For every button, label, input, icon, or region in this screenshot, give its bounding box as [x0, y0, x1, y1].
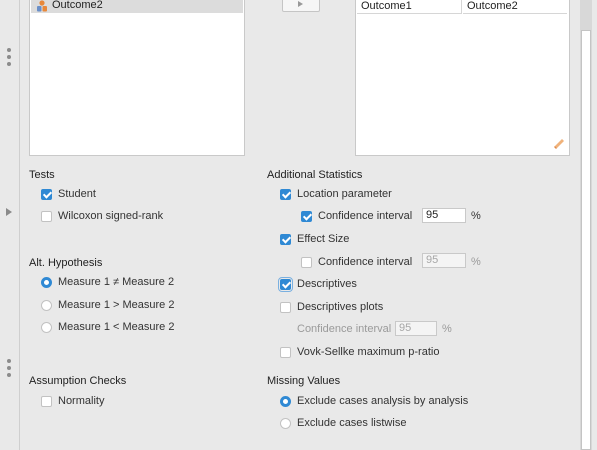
- location-ci-input[interactable]: 95: [422, 208, 466, 223]
- pair-cell-measure2[interactable]: Outcome2: [463, 0, 567, 14]
- arrow-right-icon: [298, 1, 303, 7]
- plots-ci-input[interactable]: 95: [395, 321, 437, 336]
- hypothesis-less-radio[interactable]: [41, 322, 52, 333]
- normality-checkbox[interactable]: [41, 396, 52, 407]
- variables-list[interactable]: Outcome2: [29, 0, 245, 156]
- effect-size-label: Effect Size: [297, 233, 350, 245]
- location-parameter-label: Location parameter: [297, 188, 392, 200]
- vovk-sellke-checkbox[interactable]: [280, 347, 291, 358]
- scale-variable-icon: [37, 0, 47, 12]
- plots-ci-label: Confidence interval: [297, 323, 392, 335]
- descriptives-plots-checkbox[interactable]: [280, 302, 291, 313]
- alt-hypothesis-header: Alt. Hypothesis: [29, 257, 103, 269]
- effect-size-checkbox[interactable]: [280, 234, 291, 245]
- location-ci-checkbox[interactable]: [301, 211, 312, 222]
- effect-ci-checkbox[interactable]: [301, 257, 312, 268]
- hypothesis-less-label: Measure 1 < Measure 2: [58, 321, 175, 333]
- scrollbar[interactable]: [580, 0, 592, 450]
- hypothesis-not-equal-label: Measure 1 ≠ Measure 2: [58, 276, 175, 288]
- descriptives-checkbox[interactable]: [278, 277, 293, 292]
- student-label: Student: [58, 188, 96, 200]
- plots-ci-unit: %: [442, 323, 452, 335]
- scrollbar-thumb[interactable]: [581, 30, 591, 450]
- descriptives-label: Descriptives: [297, 278, 357, 290]
- assumption-checks-header: Assumption Checks: [29, 375, 127, 387]
- hypothesis-not-equal-radio[interactable]: [41, 277, 52, 288]
- missing-values-header: Missing Values: [267, 375, 341, 387]
- move-to-pairs-button[interactable]: [282, 0, 320, 12]
- effect-ci-unit: %: [471, 256, 481, 268]
- effect-ci-label: Confidence interval: [318, 256, 413, 268]
- student-checkbox[interactable]: [41, 189, 52, 200]
- drag-handle-icon[interactable]: [7, 48, 11, 69]
- descriptives-plots-label: Descriptives plots: [297, 301, 384, 313]
- location-ci-label: Confidence interval: [318, 210, 413, 222]
- pencil-icon: [554, 139, 564, 149]
- variable-label: Outcome2: [52, 0, 103, 11]
- expand-arrow-icon[interactable]: [6, 208, 12, 216]
- pair-cell-measure1[interactable]: Outcome1: [357, 0, 462, 14]
- wilcoxon-label: Wilcoxon signed-rank: [58, 210, 164, 222]
- hypothesis-greater-radio[interactable]: [41, 300, 52, 311]
- additional-statistics-header: Additional Statistics: [267, 169, 363, 181]
- list-item[interactable]: Outcome2: [31, 0, 243, 13]
- hypothesis-greater-label: Measure 1 > Measure 2: [58, 299, 175, 311]
- location-parameter-checkbox[interactable]: [280, 189, 291, 200]
- vovk-sellke-label: Vovk-Sellke maximum p-ratio: [297, 346, 440, 358]
- exclude-by-analysis-label: Exclude cases analysis by analysis: [297, 395, 469, 407]
- location-ci-unit: %: [471, 210, 481, 222]
- exclude-listwise-radio[interactable]: [280, 418, 291, 429]
- drag-handle-icon[interactable]: [7, 359, 11, 380]
- normality-label: Normality: [58, 395, 105, 407]
- exclude-by-analysis-radio[interactable]: [280, 396, 291, 407]
- tests-header: Tests: [29, 169, 55, 181]
- effect-ci-input[interactable]: 95: [422, 253, 466, 268]
- wilcoxon-checkbox[interactable]: [41, 211, 52, 222]
- exclude-listwise-label: Exclude cases listwise: [297, 417, 407, 429]
- paired-variables-list[interactable]: Outcome1 Outcome2: [355, 0, 570, 156]
